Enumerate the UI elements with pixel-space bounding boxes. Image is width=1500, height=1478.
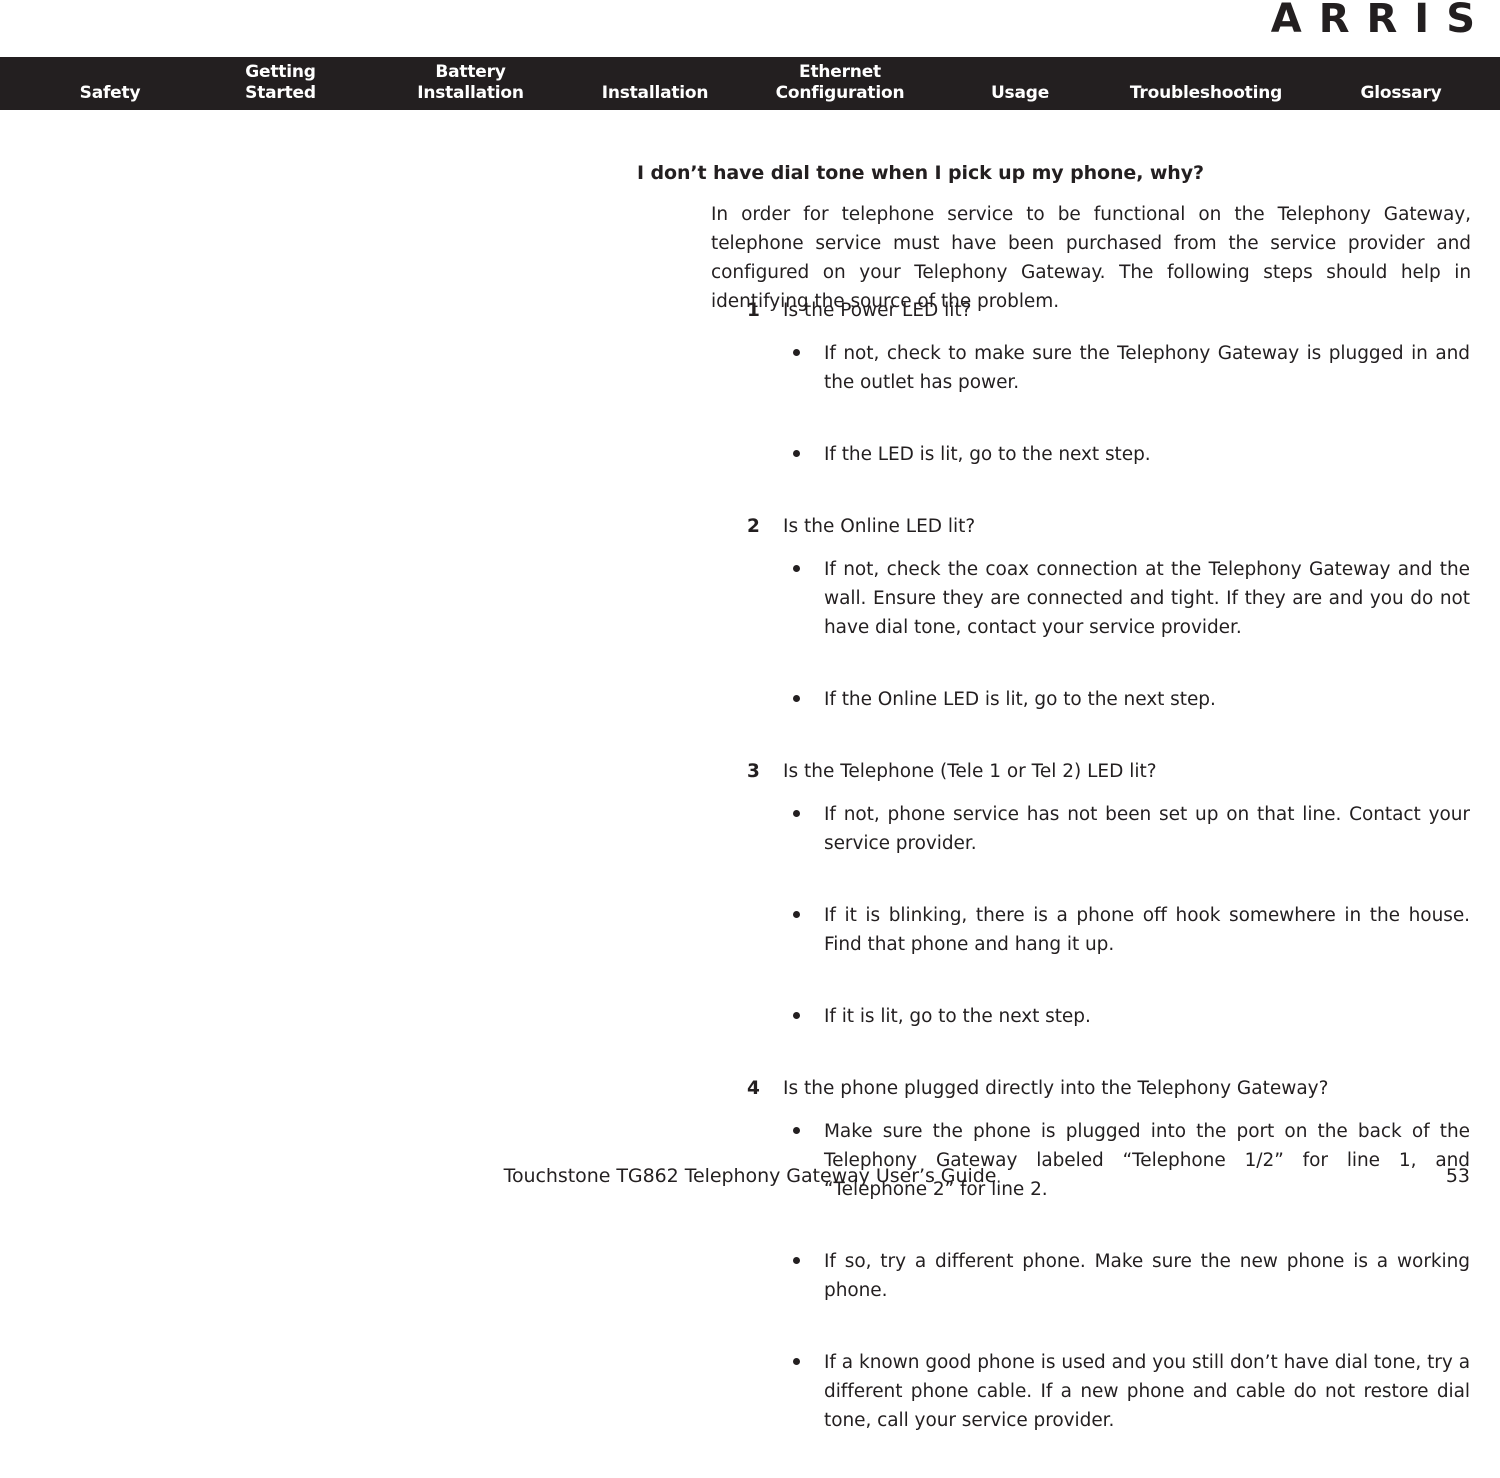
bullet-dot-icon <box>793 1127 800 1134</box>
footer-document-title: Touchstone TG862 Telephony Gateway User’… <box>503 1165 997 1187</box>
bullet-text: If so, try a different phone. Make sure … <box>824 1251 1470 1301</box>
bullet-item: If not, check to make sure the Telephony… <box>0 339 1500 426</box>
bullet-text: If it is blinking, there is a phone off … <box>824 905 1470 955</box>
bullet-item: If not, check the coax connection at the… <box>0 555 1500 671</box>
step-bullet-list: If not, check the coax connection at the… <box>0 555 1500 743</box>
nav-item-usage[interactable]: Usage <box>940 83 1100 104</box>
bullet-text: If the Online LED is lit, go to the next… <box>824 689 1216 710</box>
step-text: Is the Power LED lit? <box>783 300 972 321</box>
bullet-item: If a known good phone is used and you st… <box>0 1348 1500 1464</box>
bullet-text: If not, phone service has not been set u… <box>824 804 1470 854</box>
bullet-item: If so, try a different phone. Make sure … <box>0 1247 1500 1334</box>
bullet-dot-icon <box>793 349 800 356</box>
bullet-dot-icon <box>793 1257 800 1264</box>
step-item: 1 Is the Power LED lit? If not, check to m… <box>0 296 1500 498</box>
step-number: 2 <box>747 516 760 537</box>
bullet-dot-icon <box>793 450 800 457</box>
nav-item-troubleshooting[interactable]: Troubleshooting <box>1100 83 1312 104</box>
chapter-navigation-bar: Safety Getting Started Battery Installatio… <box>0 57 1500 110</box>
step-bullet-list: If not, phone service has not been set u… <box>0 800 1500 1060</box>
arris-logo: ARRIS <box>1270 0 1492 42</box>
logo-bar: ARRIS <box>0 0 1500 57</box>
nav-item-getting-started[interactable]: Getting Started <box>198 62 363 104</box>
step-heading: 4 Is the phone plugged directly into the … <box>0 1074 1500 1103</box>
step-text: Is the Telephone (Tele 1 or Tel 2) LED l… <box>783 761 1157 782</box>
page-footer: Touchstone TG862 Telephony Gateway User’… <box>0 1153 1500 1199</box>
nav-item-safety[interactable]: Safety <box>20 83 200 104</box>
bullet-dot-icon <box>793 810 800 817</box>
step-number: 4 <box>747 1078 760 1099</box>
step-number: 1 <box>747 300 760 321</box>
troubleshooting-steps: 1 Is the Power LED lit? If not, check to m… <box>0 296 1500 1478</box>
step-text: Is the Online LED lit? <box>783 516 976 537</box>
bullet-item: If it is lit, go to the next step. <box>0 1002 1500 1060</box>
step-item: 4 Is the phone plugged directly into the … <box>0 1074 1500 1464</box>
bullet-dot-icon <box>793 565 800 572</box>
nav-item-ethernet-configuration[interactable]: Ethernet Configuration <box>740 62 940 104</box>
step-item: 3 Is the Telephone (Tele 1 or Tel 2) LED … <box>0 757 1500 1060</box>
bullet-text: If not, check to make sure the Telephony… <box>824 343 1470 393</box>
bullet-text: If it is lit, go to the next step. <box>824 1006 1091 1027</box>
bullet-item: If not, phone service has not been set u… <box>0 800 1500 887</box>
nav-item-battery-installation[interactable]: Battery Installation <box>368 62 573 104</box>
bullet-text: If a known good phone is used and you st… <box>824 1352 1470 1431</box>
bullet-dot-icon <box>793 695 800 702</box>
page-root: { "brand": { "logo_text": "ARRIS", "logo… <box>0 0 1500 1431</box>
step-item: 2 Is the Online LED lit? If not, check the… <box>0 512 1500 743</box>
step-bullet-list: If not, check to make sure the Telephony… <box>0 339 1500 498</box>
bullet-text: If not, check the coax connection at the… <box>824 559 1470 638</box>
footer-page-number: 53 <box>1445 1165 1470 1187</box>
step-heading: 2 Is the Online LED lit? <box>0 512 1500 541</box>
bullet-dot-icon <box>793 1358 800 1365</box>
page-title: I don’t have dial tone when I pick up my… <box>637 161 1204 184</box>
nav-item-installation[interactable]: Installation <box>565 83 745 104</box>
step-text: Is the phone plugged directly into the T… <box>783 1078 1329 1099</box>
bullet-item: If it is blinking, there is a phone off … <box>0 901 1500 988</box>
nav-item-glossary[interactable]: Glossary <box>1316 83 1486 104</box>
bullet-item: If the Online LED is lit, go to the next… <box>0 685 1500 743</box>
step-number: 3 <box>747 761 760 782</box>
step-heading: 3 Is the Telephone (Tele 1 or Tel 2) LED … <box>0 757 1500 786</box>
bullet-dot-icon <box>793 911 800 918</box>
step-heading: 1 Is the Power LED lit? <box>0 296 1500 325</box>
bullet-dot-icon <box>793 1012 800 1019</box>
bullet-item: If the LED is lit, go to the next step. <box>0 440 1500 498</box>
bullet-text: If the LED is lit, go to the next step. <box>824 444 1151 465</box>
